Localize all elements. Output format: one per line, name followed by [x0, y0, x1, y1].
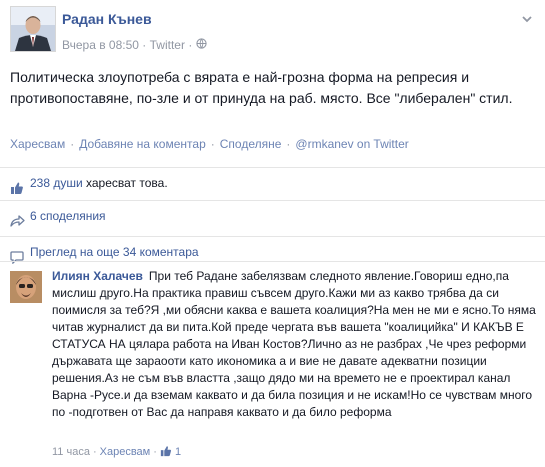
comment-like-link[interactable]: Харесвам — [100, 446, 151, 458]
author-avatar[interactable] — [10, 6, 56, 52]
likes-row: 238 души харесват това. — [0, 167, 545, 199]
action-separator: · — [70, 137, 75, 151]
footer-separator: · — [92, 446, 97, 458]
comment-likes[interactable]: 1 — [160, 446, 181, 458]
post-header: Радан Кънев Вчера в 08:50 · Twitter · — [10, 6, 540, 58]
twitter-source-link[interactable]: @rmkanev on Twitter — [295, 137, 408, 151]
meta-separator: · — [188, 37, 193, 52]
likes-count-link[interactable]: 238 души — [30, 176, 83, 190]
speech-bubble-icon — [10, 245, 24, 265]
footer-separator: · — [153, 446, 157, 458]
post-actions: Харесвам · Добавяне на коментар · Споделяне ·… — [10, 137, 409, 151]
thumbs-up-icon — [160, 446, 171, 457]
globe-icon — [196, 38, 207, 52]
chevron-down-icon[interactable] — [520, 12, 534, 26]
action-separator: · — [210, 137, 215, 151]
comment-text: При теб Радане забелязвам следното явлен… — [52, 269, 536, 419]
share-link[interactable]: Споделяне — [220, 137, 282, 151]
shares-row: 6 споделяния — [0, 200, 545, 232]
meta-separator: · — [142, 37, 147, 52]
commenter-avatar[interactable] — [10, 271, 42, 303]
likes-suffix: харесват това. — [82, 176, 168, 190]
thumbs-up-icon — [10, 176, 24, 194]
author-name[interactable]: Радан Кънев — [62, 11, 152, 27]
post-source[interactable]: Twitter — [150, 38, 185, 52]
comment-time[interactable]: 11 часа — [52, 446, 90, 458]
like-link[interactable]: Харесвам — [10, 137, 65, 151]
comment-footer: 11 часа · Харесвам · 1 — [52, 445, 181, 458]
comment: Илиян Халачев При теб Радане забелязвам с… — [0, 261, 545, 467]
comment-likes-count: 1 — [174, 446, 182, 458]
share-arrow-icon — [10, 209, 25, 227]
post-text: Политическа злоупотреба с вярата е най-г… — [10, 69, 513, 106]
post-timestamp[interactable]: Вчера в 08:50 — [62, 38, 139, 52]
shares-link[interactable]: 6 споделяния — [30, 201, 106, 231]
action-separator: · — [286, 137, 291, 151]
post-meta: Вчера в 08:50 · Twitter · — [62, 37, 207, 52]
post-card: Радан Кънев Вчера в 08:50 · Twitter · По… — [0, 0, 545, 466]
commenter-name[interactable]: Илиян Халачев — [52, 269, 143, 283]
add-comment-link[interactable]: Добавяне на коментар — [79, 137, 206, 151]
comment-body: Илиян Халачев При теб Радане забелязвам с… — [52, 268, 537, 421]
